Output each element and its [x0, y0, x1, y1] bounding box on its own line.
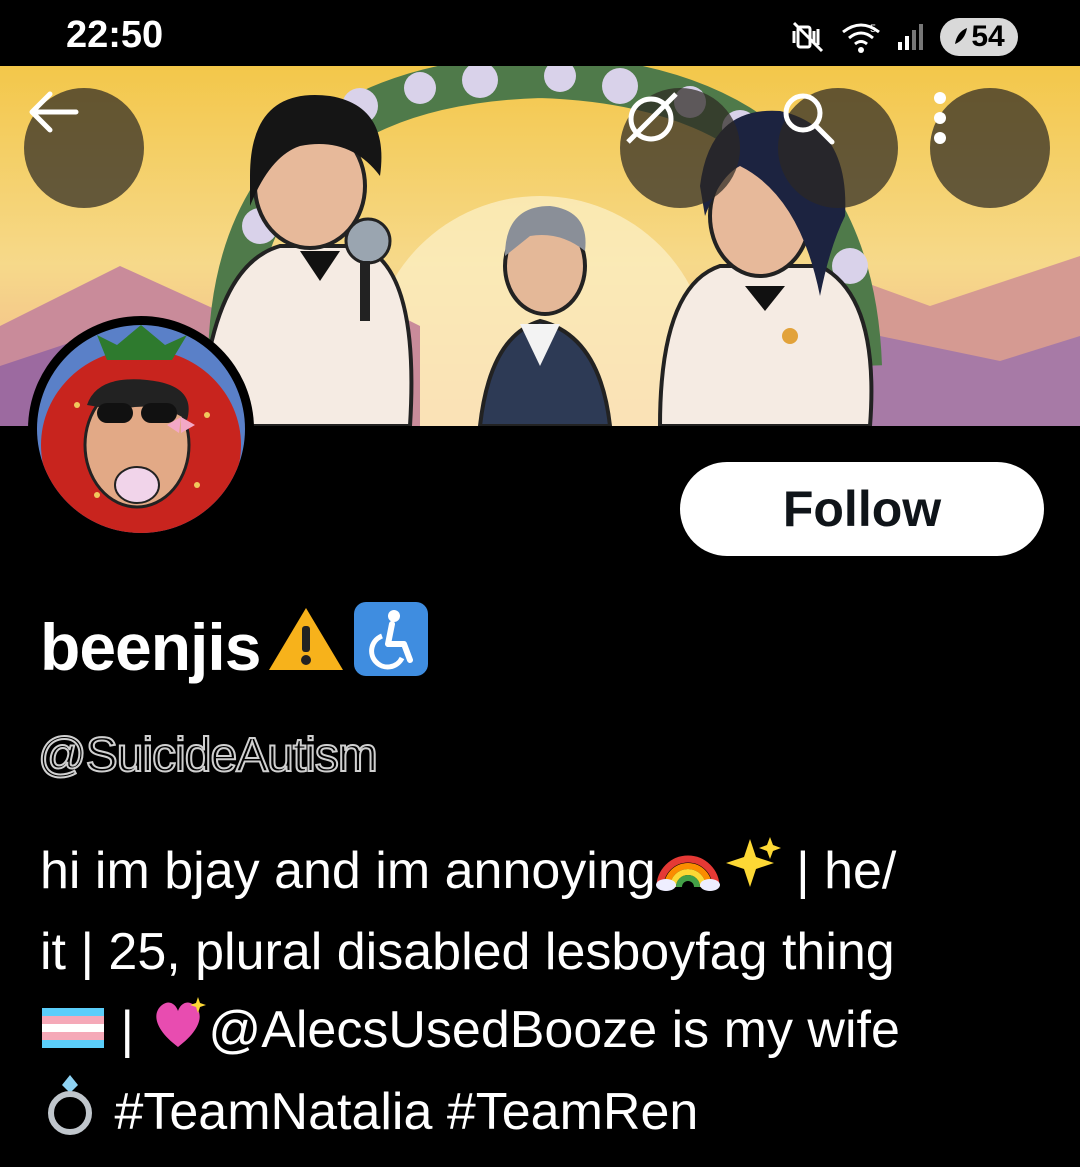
grok-button[interactable] [620, 88, 740, 208]
more-button[interactable] [930, 88, 1050, 208]
sparkling-heart-icon [148, 995, 208, 1073]
bio-text-1: hi im bjay and im annoying [40, 842, 656, 900]
status-bar: 22:50 5 54 [0, 0, 1080, 66]
back-button[interactable] [24, 88, 144, 208]
battery-level: 54 [971, 20, 1005, 53]
svg-text:5: 5 [870, 23, 876, 35]
wheelchair-icon [352, 600, 430, 693]
profile-bio: hi im bjay and im annoying | he/ it | 25… [40, 832, 1050, 1157]
bio-text-1-tail: | he/ [781, 842, 897, 900]
mute-vibrate-icon [792, 21, 826, 53]
avatar[interactable] [28, 316, 254, 542]
wifi-icon: 5 [840, 20, 882, 54]
sparkles-icon [720, 835, 782, 913]
display-name-row: beenjis [40, 600, 430, 693]
bio-mention[interactable]: @AlecsUsedBooze is my wife [208, 1001, 899, 1059]
trans-flag-icon [40, 995, 106, 1073]
display-name: beenjis [40, 609, 261, 684]
battery-icon: 54 [940, 18, 1018, 56]
bio-hashtags[interactable]: #TeamNatalia #TeamRen [100, 1083, 698, 1141]
bio-line-2: it | 25, plural disabled lesboyfag thing [40, 923, 895, 982]
bio-line-3: | @AlecsUsedBooze is my wife [40, 991, 1050, 1072]
follow-button[interactable]: Follow [680, 462, 1044, 556]
avatar-image [37, 325, 245, 533]
bio-line-4: #TeamNatalia #TeamRen [40, 1073, 1050, 1157]
warning-icon [266, 604, 346, 689]
signal-icon [896, 22, 926, 52]
search-button[interactable] [778, 88, 898, 208]
ring-icon [40, 1073, 100, 1157]
bio-separator: | [106, 1001, 149, 1060]
rainbow-icon [655, 835, 720, 913]
bio-line-1: hi im bjay and im annoying | he/ [40, 832, 1050, 913]
status-icons: 5 54 [792, 18, 1018, 56]
user-handle: @SuicideAutism [37, 728, 379, 783]
status-time: 22:50 [66, 14, 164, 56]
